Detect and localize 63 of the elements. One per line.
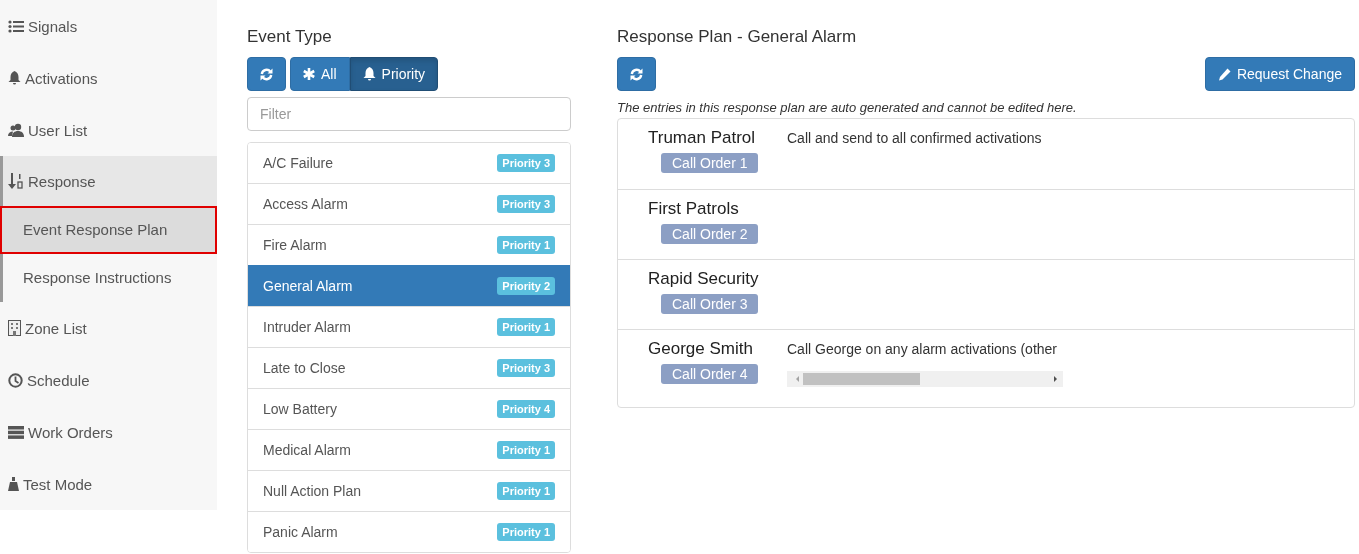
event-name: Access Alarm [263, 196, 348, 212]
priority-badge: Priority 1 [497, 236, 555, 254]
nav-subitem[interactable]: Event Response Plan [0, 206, 217, 254]
refresh-icon [630, 67, 643, 81]
priority-badge: Priority 1 [497, 441, 555, 459]
event-name: Low Battery [263, 401, 337, 417]
priority-badge: Priority 3 [497, 154, 555, 172]
priority-badge: Priority 3 [497, 195, 555, 213]
building-icon [8, 320, 21, 336]
nav-item[interactable]: Response [3, 156, 217, 206]
list-icon [8, 19, 24, 33]
nav-subitem[interactable]: Response Instructions [3, 254, 217, 302]
responder-name: Rapid Security [648, 269, 759, 289]
event-name: Medical Alarm [263, 442, 351, 458]
event-name: Null Action Plan [263, 483, 362, 499]
event-name: Intruder Alarm [263, 319, 351, 335]
call-order-badge: Call Order 3 [661, 294, 759, 314]
section-title: Response Plan - General Alarm [617, 27, 858, 47]
users-icon [8, 123, 24, 137]
refresh-button[interactable] [617, 57, 656, 91]
responder-name: First Patrols [648, 199, 739, 219]
section-title: Event Type [247, 27, 333, 47]
refresh-icon [260, 67, 273, 81]
responder-name: George Smith [648, 339, 753, 359]
priority-badge: Priority 1 [497, 523, 555, 541]
nav-item[interactable]: Test Mode [0, 458, 217, 510]
instructions-text: Call and send to all confirmed activations [787, 129, 1043, 148]
nav-item[interactable]: User List [0, 104, 217, 156]
event-name: A/C Failure [263, 155, 334, 171]
bell-icon [362, 67, 376, 81]
call-order-badge: Call Order 1 [661, 153, 759, 173]
nav-item[interactable]: Work Orders [0, 406, 217, 458]
nav-item[interactable]: Zone List [0, 302, 217, 354]
asterisk-icon [303, 68, 315, 80]
event-name: General Alarm [263, 278, 353, 294]
event-type-item[interactable]: General Alarm Priority 2 [248, 265, 570, 306]
event-name: Panic Alarm [263, 524, 338, 540]
info-note: The entries in this response plan are auto generated and cannot be edited here. [617, 101, 1078, 115]
filter-button[interactable]: All [290, 57, 350, 91]
priority-badge: Priority 2 [497, 277, 555, 295]
filter-field[interactable]: Filter [247, 97, 571, 131]
server-icon [8, 425, 24, 439]
responder-name: Truman Patrol [648, 128, 756, 148]
call-order-badge: Call Order 4 [661, 364, 759, 384]
event-name: Fire Alarm [263, 237, 327, 253]
pencil-icon [1217, 67, 1231, 81]
request-change-button[interactable]: Request Change [1204, 57, 1355, 91]
priority-badge: Priority 4 [497, 400, 555, 418]
priority-badge: Priority 1 [497, 318, 555, 336]
instructions-text: Call George on any alarm activations (other [787, 340, 1059, 359]
refresh-button[interactable] [247, 57, 286, 91]
bell-icon [8, 71, 21, 85]
clock-icon [8, 372, 23, 388]
call-order-badge: Call Order 2 [661, 224, 759, 244]
sort-icon [8, 173, 24, 189]
event-type-item[interactable]: Panic Alarm Priority 1 [248, 511, 570, 552]
event-name: Late to Close [263, 360, 346, 376]
filter-button[interactable]: Priority [349, 57, 439, 91]
nav-item[interactable]: Schedule [0, 354, 217, 406]
priority-badge: Priority 3 [497, 359, 555, 377]
priority-badge: Priority 1 [497, 482, 555, 500]
nav-item[interactable]: Activations [0, 52, 217, 104]
nav-item[interactable]: Signals [0, 0, 217, 52]
